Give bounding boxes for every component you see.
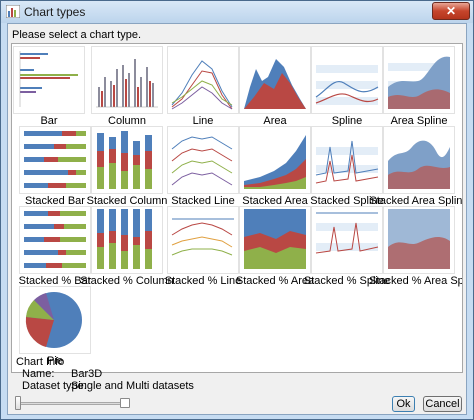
stacked-bar-chart-thumbnail xyxy=(19,126,91,194)
slider-track[interactable] xyxy=(16,402,128,405)
stacked-spline-chart-thumbnail xyxy=(311,126,383,194)
spline-chart-thumbnail xyxy=(311,46,383,114)
bar-chart-thumbnail xyxy=(13,46,85,114)
area-spline-chart-thumbnail xyxy=(383,46,455,114)
stacked-percent-column-chart-thumbnail xyxy=(91,206,163,274)
close-icon: ✕ xyxy=(445,4,457,18)
chart-type-stacked-percent-area-spline[interactable]: Stacked % Area Spline xyxy=(369,206,462,287)
window-title: Chart types xyxy=(24,5,86,19)
stacked-area-chart-thumbnail xyxy=(239,126,311,194)
column-chart-thumbnail xyxy=(91,46,163,114)
thumbnail-size-slider[interactable] xyxy=(12,396,132,410)
chart-type-bar[interactable]: Bar xyxy=(13,46,85,127)
chart-types-dialog: Chart types ✕ Please select a chart type… xyxy=(0,0,474,420)
chart-app-icon xyxy=(6,5,20,18)
stacked-line-chart-thumbnail xyxy=(167,126,239,194)
area-chart-thumbnail xyxy=(239,46,311,114)
dialog-body: Please select a chart type. Bar Column L… xyxy=(7,23,467,415)
stacked-area-spline-chart-thumbnail xyxy=(383,126,455,194)
chart-name-label: Name: xyxy=(22,368,55,380)
cancel-button[interactable]: Cancel xyxy=(423,396,462,412)
line-chart-thumbnail xyxy=(167,46,239,114)
stacked-percent-line-chart-thumbnail xyxy=(167,206,239,274)
chart-type-grid: Bar Column Line Area Spline Area Spline … xyxy=(11,43,463,373)
chart-type-area-spline[interactable]: Area Spline xyxy=(383,46,455,127)
slider-end-box[interactable] xyxy=(120,398,130,408)
pie-chart-thumbnail xyxy=(19,286,91,354)
close-button[interactable]: ✕ xyxy=(432,2,470,20)
stacked-percent-bar-chart-thumbnail xyxy=(19,206,91,274)
chart-name-value: Bar3D xyxy=(71,368,103,380)
stacked-percent-spline-chart-thumbnail xyxy=(311,206,383,274)
chart-info-heading: Chart Info xyxy=(16,356,65,368)
chart-type-label: Stacked % Area Spline xyxy=(369,275,462,287)
dataset-type-value: Single and Multi datasets xyxy=(71,380,194,392)
chart-type-pie[interactable]: Pie xyxy=(19,286,91,367)
ok-button[interactable]: Ok xyxy=(392,396,415,412)
slider-handle[interactable] xyxy=(15,396,21,410)
stacked-percent-area-spline-chart-thumbnail xyxy=(383,206,455,274)
stacked-column-chart-thumbnail xyxy=(91,126,163,194)
chart-type-stacked-area-spline[interactable]: Stacked Area Spline xyxy=(369,126,462,207)
chart-info-panel: Chart Info Name: Bar3D Dataset type: Sin… xyxy=(16,356,316,400)
stacked-percent-area-chart-thumbnail xyxy=(239,206,311,274)
title-bar[interactable]: Chart types ✕ xyxy=(1,1,473,23)
select-prompt: Please select a chart type. xyxy=(12,29,142,41)
